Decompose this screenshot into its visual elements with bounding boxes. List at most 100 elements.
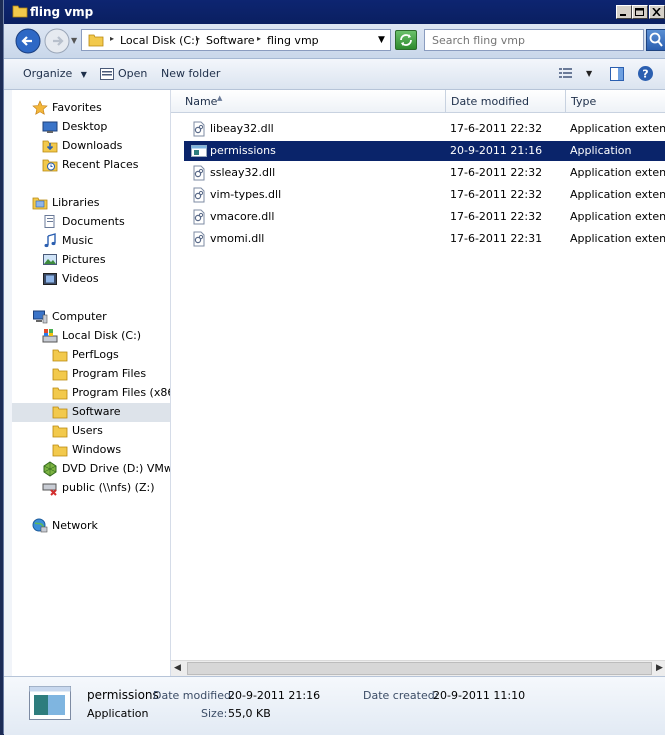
search-box[interactable] (424, 29, 644, 51)
nav-item-label: Users (72, 424, 103, 437)
title-bar[interactable]: fling vmp (4, 0, 665, 24)
file-list-pane: Name ▲ Date modified Type libeay32.dll 17… (171, 90, 665, 676)
column-header-type[interactable]: Type (566, 90, 665, 112)
nav-item-label: Program Files (x86) (72, 386, 171, 399)
forward-button[interactable] (44, 28, 70, 54)
chevron-right-icon[interactable]: ▸ (110, 34, 114, 43)
nav-folder-software[interactable]: Software (12, 403, 170, 422)
nav-item-label: Local Disk (C:) (62, 329, 142, 342)
chevron-right-icon[interactable]: ▸ (257, 34, 261, 43)
file-date-modified: 17-6-2011 22:31 (450, 232, 543, 245)
column-header-name[interactable]: Name ▲ (180, 90, 446, 112)
horizontal-scrollbar[interactable]: ◀ ▶ (171, 660, 665, 676)
help-icon[interactable]: ? (637, 65, 654, 82)
nav-item-label: PerfLogs (72, 348, 119, 361)
close-button[interactable] (649, 5, 665, 19)
folder-icon (52, 368, 68, 381)
search-input[interactable] (430, 33, 634, 48)
file-name: ssleay32.dll (210, 166, 276, 179)
documents-icon (44, 215, 55, 228)
disconnected-network-drive-icon (42, 483, 57, 496)
file-name: permissions (210, 144, 276, 157)
details-created-label: Date created: (363, 689, 439, 702)
details-pane: permissions Application Date modified: 2… (4, 676, 665, 735)
pictures-icon (43, 254, 57, 265)
scroll-right-icon[interactable]: ▶ (656, 663, 663, 673)
file-name: vmomi.dll (210, 232, 265, 245)
dll-icon (191, 121, 207, 140)
view-dropdown-icon[interactable]: ▼ (586, 69, 592, 78)
minimize-button[interactable] (616, 5, 632, 19)
desktop-icon (42, 121, 58, 133)
file-row[interactable]: libeay32.dll 17-6-2011 22:32 Application e… (184, 119, 665, 139)
file-date-modified: 20-9-2011 21:16 (450, 144, 543, 157)
breadcrumb-software[interactable]: Software (206, 34, 255, 47)
file-date-modified: 17-6-2011 22:32 (450, 166, 543, 179)
view-icon[interactable] (558, 67, 574, 81)
network-icon (32, 518, 48, 533)
maximize-button[interactable] (632, 5, 648, 19)
file-row[interactable]: ssleay32.dll 17-6-2011 22:32 Application e… (184, 163, 665, 183)
refresh-button[interactable] (395, 30, 417, 50)
nav-item-label: Recent Places (62, 158, 139, 171)
folder-icon (52, 387, 68, 400)
exe-icon (191, 143, 207, 162)
window-title: fling vmp (30, 5, 94, 19)
sort-ascending-icon: ▲ (217, 94, 223, 102)
organize-button[interactable]: Organize ▼ (23, 67, 87, 80)
computer-icon (33, 310, 48, 324)
address-bar[interactable]: ▸ Local Disk (C:) ▸ Software ▸ fling vmp… (81, 29, 391, 51)
details-modified-label: Date modified: (153, 689, 235, 702)
file-row[interactable]: vmacore.dll 17-6-2011 22:32 Application ex… (184, 207, 665, 227)
file-date-modified: 17-6-2011 22:32 (450, 122, 543, 135)
preview-pane-icon[interactable] (609, 66, 625, 82)
details-file-name: permissions (87, 688, 159, 702)
folder-icon (52, 406, 68, 419)
file-type: Application extension (570, 210, 665, 223)
column-header-date-modified[interactable]: Date modified (446, 90, 566, 112)
details-size-label: Size: (201, 707, 228, 720)
new-folder-button[interactable]: New folder (161, 67, 220, 80)
file-name: vim-types.dll (210, 188, 282, 201)
details-size-value: 55,0 KB (228, 707, 271, 720)
explorer-window: fling vmp ▼ ▸ Local Disk (C:) ▸ Software… (3, 0, 665, 735)
folder-icon (52, 349, 68, 362)
column-header-row: Name ▲ Date modified Type (171, 90, 665, 113)
breadcrumb-fling-vmp[interactable]: fling vmp (267, 34, 319, 47)
folder-icon (52, 444, 68, 457)
star-icon (32, 100, 48, 115)
dll-icon (191, 231, 207, 250)
navigation-pane: Favorites Desktop Downloads Recent Place… (12, 90, 171, 676)
downloads-folder-icon (42, 140, 58, 153)
videos-icon (43, 273, 57, 285)
search-button[interactable] (646, 29, 665, 51)
file-type: Application extension (570, 122, 665, 135)
address-dropdown-icon[interactable]: ▼ (378, 35, 385, 45)
file-type: Application extension (570, 166, 665, 179)
nav-libraries-label: Libraries (52, 196, 100, 209)
chevron-down-icon: ▼ (80, 70, 87, 79)
nav-item-label: public (\\nfs) (Z:) (62, 481, 155, 494)
nav-item-label: Pictures (62, 253, 106, 266)
file-date-modified: 17-6-2011 22:32 (450, 210, 543, 223)
file-type: Application extension (570, 188, 665, 201)
nav-item-label: Music (62, 234, 94, 247)
column-header-name-label: Name (185, 95, 218, 108)
open-button[interactable]: Open (118, 67, 147, 80)
file-type: Application extension (570, 232, 665, 245)
history-dropdown-icon[interactable]: ▼ (71, 36, 77, 45)
file-row[interactable]: permissions 20-9-2011 21:16 Application (184, 141, 665, 161)
file-row[interactable]: vim-types.dll 17-6-2011 22:32 Application … (184, 185, 665, 205)
breadcrumb-local-disk[interactable]: Local Disk (C:) (120, 34, 199, 47)
scrollbar-thumb[interactable] (187, 662, 652, 675)
file-row[interactable]: vmomi.dll 17-6-2011 22:31 Application exte… (184, 229, 665, 249)
dll-icon (191, 209, 207, 228)
nav-item-label: Desktop (62, 120, 108, 133)
file-name: vmacore.dll (210, 210, 275, 223)
scroll-left-icon[interactable]: ◀ (174, 663, 181, 673)
address-row: ▼ ▸ Local Disk (C:) ▸ Software ▸ fling v… (4, 24, 665, 59)
nav-item-label: Downloads (62, 139, 123, 152)
back-button[interactable] (15, 28, 41, 54)
details-created-value: 20-9-2011 11:10 (433, 689, 526, 702)
chevron-right-icon[interactable]: ▸ (196, 34, 200, 43)
